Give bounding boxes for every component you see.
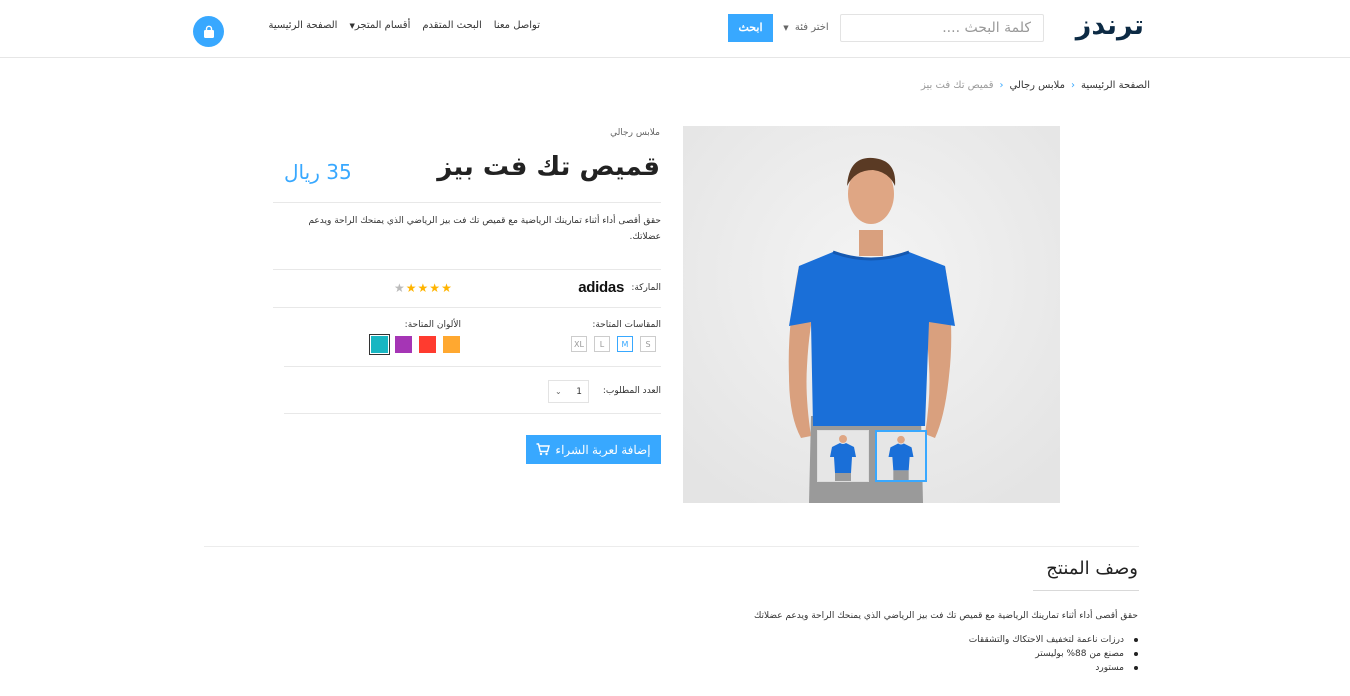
chevron-down-icon: ⌄ xyxy=(555,387,562,396)
thumbnail-image xyxy=(818,431,868,481)
product-short-description: حقق أقصى أداء أثناء تمارينك الرياضية مع … xyxy=(308,216,661,242)
chevron-left-icon: ‹ xyxy=(1071,80,1075,91)
nav-home[interactable]: الصفحة الرئيسية xyxy=(268,20,337,36)
add-to-cart-label: إضافة لعربة الشراء xyxy=(555,442,651,457)
quantity-select[interactable]: ⌄ 1 xyxy=(548,380,589,403)
nav-advanced-search[interactable]: البحث المتقدم xyxy=(422,20,481,36)
feature-list: درزات ناعمة لتخفيف الاحتكاك والتشققات مص… xyxy=(969,633,1139,675)
product-photo xyxy=(683,126,1060,503)
site-logo[interactable]: ترندز xyxy=(1076,10,1144,41)
nav-store-sections[interactable]: أقسام المتجر▼ xyxy=(349,20,410,36)
divider xyxy=(273,269,661,270)
section-divider xyxy=(204,546,1139,547)
color-options xyxy=(369,334,460,355)
product-price: 35 ريال xyxy=(284,160,352,184)
description-section-title: وصف المنتج xyxy=(1046,558,1138,579)
size-option-l[interactable]: L xyxy=(594,336,610,352)
product-long-description: حقق أقصى أداء أثناء تمارينك الرياضية مع … xyxy=(753,611,1138,621)
divider xyxy=(284,366,661,367)
brand-logo: adidas xyxy=(578,279,624,296)
star-empty-icon: ★ xyxy=(394,281,406,295)
main-nav: تواصل معنا البحث المتقدم أقسام المتجر▼ ا… xyxy=(240,20,540,36)
size-option-xl[interactable]: XL xyxy=(571,336,587,352)
search-input[interactable] xyxy=(840,14,1044,42)
quantity-label: العدد المطلوب: xyxy=(602,386,661,396)
list-item: مستورد xyxy=(969,661,1139,675)
divider xyxy=(273,307,661,308)
sizes-label: المقاسات المتاحة: xyxy=(592,320,661,330)
star-filled-icon: ★ xyxy=(441,281,453,295)
size-options: S M L XL xyxy=(571,336,656,352)
color-swatch[interactable] xyxy=(419,336,436,353)
star-filled-icon: ★ xyxy=(417,281,430,295)
category-select-label: اختر فئة xyxy=(794,22,829,33)
site-header: ترندز اختر فئة ▼ ابحث تواصل معنا البحث ا… xyxy=(0,0,1350,58)
star-filled-icon: ★ xyxy=(429,281,442,295)
nav-contact[interactable]: تواصل معنا xyxy=(494,20,540,36)
size-option-m[interactable]: M xyxy=(617,336,633,352)
color-swatch[interactable] xyxy=(369,334,390,355)
list-item: درزات ناعمة لتخفيف الاحتكاك والتشققات xyxy=(969,633,1139,647)
color-swatch[interactable] xyxy=(395,336,412,353)
list-item: مصنع من 88% بوليستر xyxy=(969,647,1139,661)
star-filled-icon: ★ xyxy=(405,281,418,295)
breadcrumb-home[interactable]: الصفحة الرئيسية xyxy=(1081,80,1150,91)
section-title-underline xyxy=(1033,590,1139,591)
brand-label: الماركة: xyxy=(631,283,661,293)
rating-stars: ★★★★★ xyxy=(394,281,453,295)
cart-icon xyxy=(536,443,551,456)
shopping-bag-icon xyxy=(203,25,214,38)
thumbnail-front[interactable] xyxy=(817,430,869,482)
chevron-down-icon: ▼ xyxy=(783,24,789,32)
size-option-s[interactable]: S xyxy=(640,336,656,352)
nav-store-sections-label: أقسام المتجر xyxy=(354,20,411,31)
quantity-value: 1 xyxy=(576,386,582,397)
breadcrumb-current: قميص تك فت بيز xyxy=(921,80,994,91)
product-category[interactable]: ملابس رجالي xyxy=(610,128,660,138)
product-image xyxy=(683,126,1060,503)
add-to-cart-button[interactable]: إضافة لعربة الشراء xyxy=(526,435,661,464)
colors-label: الألوان المتاحة: xyxy=(404,320,461,330)
divider xyxy=(284,413,661,414)
thumbnail-image xyxy=(877,432,925,480)
category-select[interactable]: اختر فئة ▼ xyxy=(775,14,837,42)
thumbnail-side[interactable] xyxy=(875,430,927,482)
product-title: قميص تك فت بيز xyxy=(437,152,660,182)
search-button[interactable]: ابحث xyxy=(728,14,773,42)
breadcrumb-category[interactable]: ملابس رجالي xyxy=(1010,80,1065,91)
color-swatch[interactable] xyxy=(443,336,460,353)
breadcrumb: الصفحة الرئيسية ‹ ملابس رجالي ‹ قميص تك … xyxy=(921,80,1150,91)
chevron-left-icon: ‹ xyxy=(999,80,1004,91)
cart-button[interactable] xyxy=(193,16,224,47)
divider xyxy=(273,202,661,203)
